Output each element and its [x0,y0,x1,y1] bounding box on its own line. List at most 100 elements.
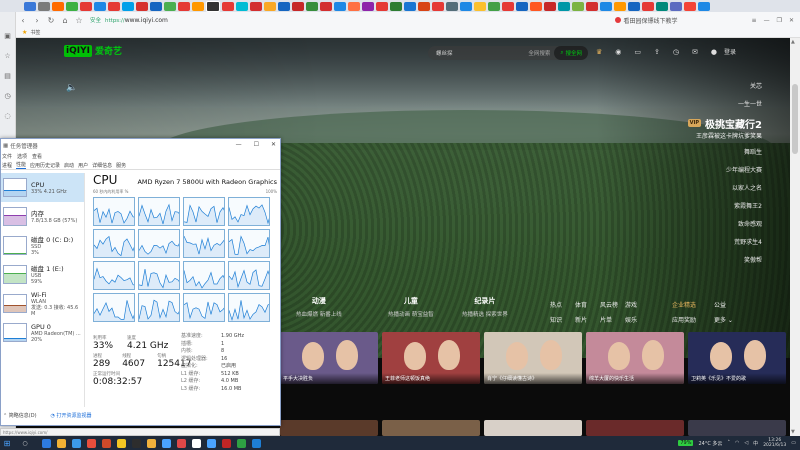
video-card[interactable]: 王菲老师这顿饭真绝 [382,332,480,384]
fewer-details-button[interactable]: ⌃ 简略信息(D) [3,412,37,419]
quick-link[interactable]: 片单 [600,315,625,324]
taskbar-app-icon[interactable] [252,438,261,448]
site-search[interactable]: 螺丝探 全网搜索 ⌕ 搜全网 [428,46,588,60]
browser-tab[interactable] [320,1,332,11]
browser-tab[interactable] [502,1,514,11]
url-field[interactable]: 安全 https://www.iqiyi.com [90,16,168,25]
page-scrollbar[interactable]: ▲ ▼ [790,38,800,436]
playlist-item[interactable]: 致命感观 [738,216,762,234]
logical-processor-graphs[interactable] [93,197,277,322]
search-all-label[interactable]: 全网搜索 [528,49,550,57]
playlist-item[interactable]: 以家人之名 [732,180,762,198]
resource-disk-1[interactable]: 磁盘 1 (E:) USB 59% [1,260,84,289]
scrollbar-thumb[interactable] [792,84,798,154]
playlist-item[interactable]: 一生一世 [738,96,762,114]
browser-tab[interactable] [586,1,598,11]
tab-details[interactable]: 详细信息 [92,162,112,169]
login-button[interactable]: 登录 [724,47,736,56]
browser-tab[interactable] [446,1,458,11]
close-icon[interactable]: ✕ [271,141,276,148]
browser-tab[interactable] [292,1,304,11]
taskbar-app-icon[interactable] [162,438,171,448]
resource-wifi[interactable]: Wi-Fi WLAN 发送: 0.3 接收: 45.6 M [1,289,84,318]
refresh-icon[interactable]: ↻ [44,16,58,25]
video-card[interactable] [586,420,684,436]
minimize-icon[interactable]: — [764,17,770,24]
vip-crown-icon[interactable]: ♛ [596,48,602,56]
playlist-item[interactable]: 关芯 [750,78,762,96]
browser-tab[interactable] [306,1,318,11]
browser-tab[interactable] [24,1,36,11]
browser-tab[interactable] [614,1,626,11]
bookmarks-label[interactable]: 书签 [30,29,40,36]
quick-link[interactable]: 应用奖励 [672,315,714,324]
tab-startup[interactable]: 启动 [64,162,74,169]
browser-tab[interactable] [250,1,262,11]
browser-tab[interactable] [206,0,220,12]
game-icon[interactable]: ◉ [615,48,621,56]
history-icon[interactable]: ◷ [673,48,679,56]
quick-link[interactable]: 娱乐 [625,315,650,324]
browser-tab[interactable] [178,1,190,11]
playlist-item[interactable]: 舞蹈生 [744,144,762,162]
video-card[interactable] [688,420,786,436]
browser-tab[interactable] [432,1,444,11]
ime-icon[interactable]: 中 [753,440,758,447]
message-icon[interactable]: ✉ [692,48,698,56]
quick-link[interactable]: 知识 [550,315,575,324]
browser-tab[interactable] [390,1,402,11]
tab-processes[interactable]: 进程 [2,162,12,169]
browser-tab[interactable] [642,1,654,11]
close-icon[interactable]: ✕ [789,17,794,24]
battery-indicator[interactable]: 79% [678,440,694,446]
scroll-down-icon[interactable]: ▼ [791,429,795,435]
menu-view[interactable]: 查看 [32,153,42,160]
more-link[interactable]: 更多 ⌄ [714,315,756,324]
tab-users[interactable]: 用户 [78,162,88,169]
browser-tab[interactable] [418,1,430,11]
sidebar-chat-icon[interactable]: ◌ [4,112,10,120]
menu-options[interactable]: 选项 [17,153,27,160]
avatar-icon[interactable]: ● [711,48,717,56]
browser-tab[interactable] [278,1,290,11]
clock[interactable]: 13:26 2021/6/13 [763,438,786,449]
browser-tab[interactable] [80,1,92,11]
browser-tab[interactable] [222,1,234,11]
quick-link[interactable]: 热点 [550,300,575,309]
video-card[interactable] [484,420,582,436]
home-icon[interactable]: ⌂ [58,16,72,25]
maximize-icon[interactable]: ☐ [254,141,259,148]
video-card[interactable]: 肖宁《仔细读懂古诗》 [484,332,582,384]
browser-tab[interactable] [460,1,472,11]
browser-tab[interactable] [150,1,162,11]
browser-tab[interactable] [108,1,120,11]
tab-app-history[interactable]: 应用历史记录 [30,162,60,169]
maximize-icon[interactable]: ❐ [777,17,782,24]
category-anime[interactable]: 动漫 热血爆燃 新番上线 [296,296,342,318]
browser-tab[interactable] [164,1,176,11]
minimize-icon[interactable]: — [236,141,242,148]
browser-tab[interactable] [52,1,64,11]
taskbar-app-icon[interactable] [237,438,246,448]
sidebar-book-icon[interactable]: ▤ [4,72,11,80]
playlist-item[interactable]: 荒野求生4 [734,234,762,252]
browser-tab[interactable] [698,1,710,11]
sidebar-star-icon[interactable]: ☆ [4,52,10,60]
browser-tab[interactable] [376,1,388,11]
upload-icon[interactable]: ⇪ [654,48,660,56]
quick-link[interactable]: 风云榜 [600,300,625,309]
sidebar-clock-icon[interactable]: ◷ [4,92,10,100]
browser-tab[interactable] [38,1,50,11]
search-input[interactable]: 螺丝探 [436,49,528,57]
windows-start-icon[interactable]: ⊞ [0,439,14,448]
video-card[interactable]: 卫莉英《乐见》不爱的歌 [688,332,786,384]
quick-link[interactable]: 体育 [575,300,600,309]
browser-search-hint[interactable]: 看田园保镖线下教学 [614,16,745,25]
taskbar-app-icon[interactable] [87,438,96,448]
menu-icon[interactable]: ≡ [752,17,757,24]
browser-tab[interactable] [488,1,500,11]
video-card[interactable] [382,420,480,436]
browser-tab[interactable] [684,1,696,11]
forward-icon[interactable]: › [30,16,44,25]
browser-tab[interactable] [122,1,134,11]
